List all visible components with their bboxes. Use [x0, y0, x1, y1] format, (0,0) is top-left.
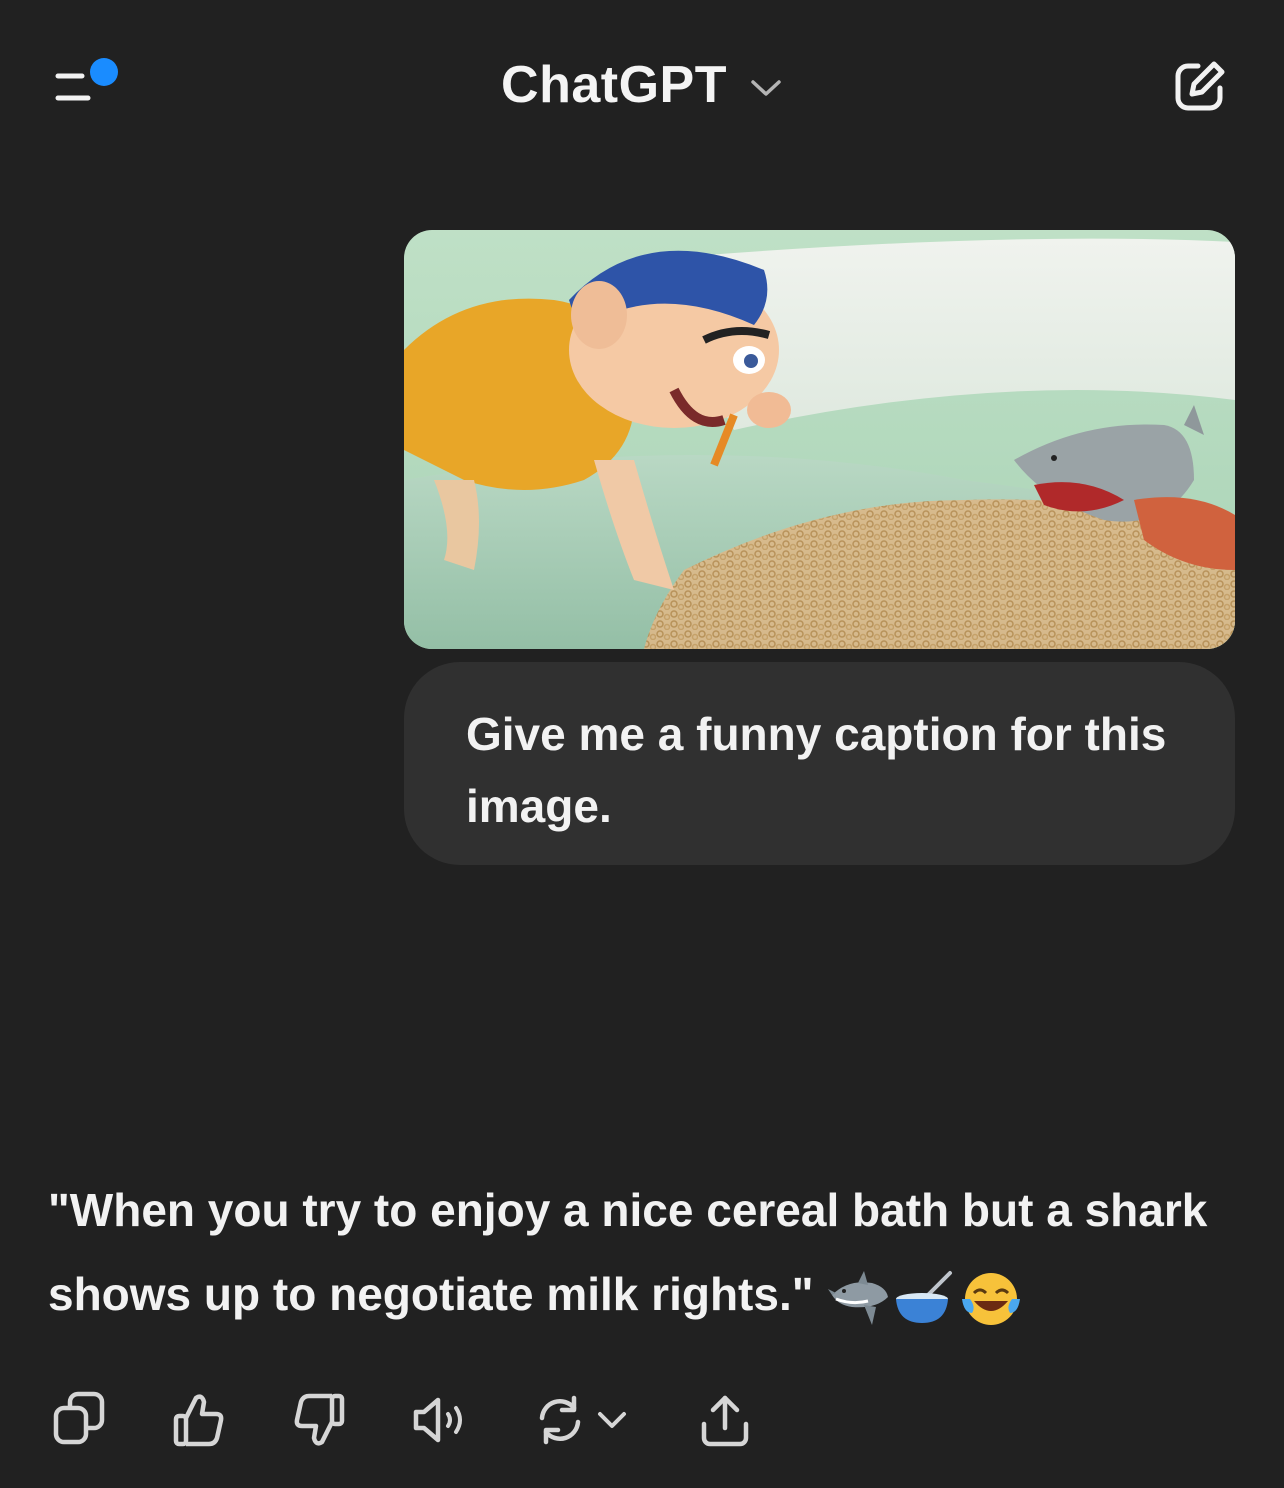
- regenerate-icon: [539, 1395, 626, 1445]
- thumbs-up-icon: [173, 1394, 224, 1447]
- chevron-down-icon: [751, 80, 781, 96]
- share-button[interactable]: [698, 1390, 752, 1450]
- copy-button[interactable]: [52, 1390, 106, 1450]
- share-icon: [701, 1395, 749, 1447]
- tears-of-joy-emoji: [961, 1272, 1020, 1325]
- model-selector[interactable]: ChatGPT: [0, 52, 1284, 118]
- puppet-cereal-bath-image: [404, 230, 1235, 649]
- regenerate-button[interactable]: [532, 1390, 632, 1450]
- compose-icon: [1175, 61, 1225, 111]
- shark-emoji: [827, 1270, 888, 1325]
- assistant-message-text: "When you try to enjoy a nice cereal bat…: [48, 1184, 1208, 1320]
- read-aloud-button[interactable]: [410, 1390, 470, 1450]
- user-message-text: Give me a funny caption for this image.: [466, 708, 1167, 832]
- top-bar: ChatGPT: [0, 0, 1284, 170]
- assistant-message: "When you try to enjoy a nice cereal bat…: [48, 1168, 1238, 1336]
- thumbs-down-icon: [294, 1393, 345, 1446]
- chat-screen: ChatGPT Give me a funny caption for this…: [0, 0, 1284, 1488]
- attached-image[interactable]: [404, 230, 1235, 649]
- copy-icon: [53, 1391, 105, 1445]
- speaker-icon: [413, 1397, 462, 1443]
- new-chat-button[interactable]: [1170, 56, 1230, 116]
- thumbs-up-button[interactable]: [172, 1390, 226, 1450]
- message-actions: [0, 1380, 1284, 1460]
- bowl-with-spoon-emoji: [895, 1270, 952, 1323]
- user-message-bubble: Give me a funny caption for this image.: [404, 662, 1235, 865]
- emoji-group: [827, 1269, 1022, 1327]
- thumbs-down-button[interactable]: [292, 1390, 346, 1450]
- page-title: ChatGPT: [501, 56, 727, 114]
